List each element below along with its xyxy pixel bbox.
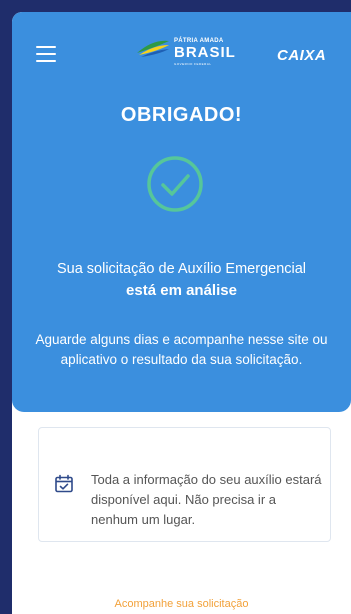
brasil-flag-mark-icon	[137, 40, 169, 57]
calendar-check-icon	[55, 474, 73, 493]
hamburger-menu-icon[interactable]	[36, 46, 62, 66]
logo-brasil-main: BRASIL	[174, 44, 236, 61]
follow-request-link[interactable]: Acompanhe sua solicitação	[12, 598, 351, 610]
logo-brasil-sub: GOVERNO FEDERAL	[174, 62, 212, 66]
confirmation-title: OBRIGADO!	[120, 104, 243, 126]
check-circle-icon	[147, 156, 203, 212]
caixa-logo: CAIXA	[277, 47, 327, 64]
info-card-text: Toda a informação do seu auxílio estará …	[91, 472, 322, 527]
status-message: Sua solicitação de Auxílio Emergencial	[56, 261, 307, 277]
confirmation-panel: PÁTRIA AMADA BRASIL GOVERNO FEDERAL CAIX…	[12, 12, 351, 412]
patria-amada-brasil-logo: PÁTRIA AMADA BRASIL GOVERNO FEDERAL	[136, 33, 236, 73]
info-card: Toda a informação do seu auxílio estará …	[38, 427, 331, 542]
app-header: PÁTRIA AMADA BRASIL GOVERNO FEDERAL CAIX…	[12, 12, 351, 76]
app-screen: PÁTRIA AMADA BRASIL GOVERNO FEDERAL CAIX…	[12, 12, 351, 614]
status-instructions: Aguarde alguns dias e acompanhe nesse si…	[35, 332, 328, 367]
status-highlight: está em análise	[126, 282, 237, 299]
